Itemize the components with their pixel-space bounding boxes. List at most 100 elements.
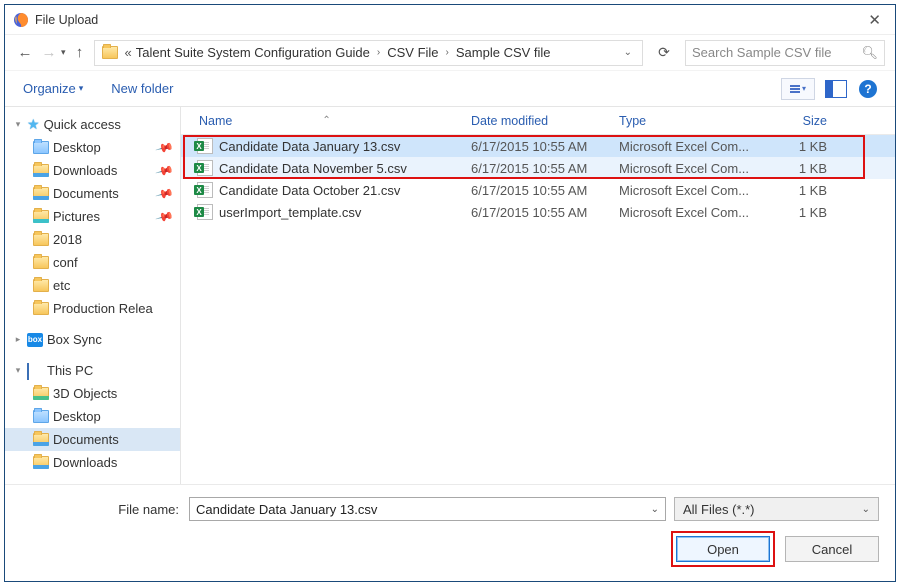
dialog-title: File Upload [35, 13, 98, 27]
file-row[interactable]: XCandidate Data November 5.csv 6/17/2015… [181, 157, 895, 179]
forward-button[interactable]: → [39, 44, 59, 61]
highlight-annotation: Open [671, 531, 775, 567]
sidebar-this-pc[interactable]: This PC [5, 359, 180, 382]
box-icon: box [27, 333, 43, 347]
sidebar-item-label: Documents [53, 186, 119, 201]
close-icon[interactable]: ✕ [862, 11, 887, 29]
refresh-button[interactable]: ⟳ [651, 40, 677, 66]
back-button[interactable]: ← [15, 44, 35, 61]
file-rows: XCandidate Data January 13.csv 6/17/2015… [181, 135, 895, 223]
chevron-down-icon: ▾ [802, 84, 806, 93]
help-button[interactable]: ? [859, 80, 877, 98]
file-size: 1 KB [761, 183, 841, 198]
chevron-down-icon[interactable]: ⌄ [862, 504, 870, 515]
folder-icon [33, 302, 49, 315]
folder-icon [33, 256, 49, 269]
sidebar-production[interactable]: Production Relea [5, 297, 180, 320]
sidebar-downloads-pc[interactable]: Downloads [5, 451, 180, 474]
folder-icon [101, 44, 119, 62]
file-type: Microsoft Excel Com... [619, 161, 761, 176]
sidebar-etc[interactable]: etc [5, 274, 180, 297]
sidebar-item-label: Documents [53, 432, 119, 447]
column-headers[interactable]: Name ⌃ Date modified Type Size [181, 107, 895, 135]
filter-label: All Files (*.*) [683, 502, 755, 517]
sidebar-3d-objects[interactable]: 3D Objects [5, 382, 180, 405]
sidebar-pictures[interactable]: Pictures📌 [5, 205, 180, 228]
title-bar: File Upload ✕ [5, 5, 895, 35]
sidebar-documents-pc[interactable]: Documents [5, 428, 180, 451]
organize-button[interactable]: Organize [23, 81, 76, 96]
star-icon: ★ [27, 116, 40, 133]
search-icon[interactable]: 🔍︎ [861, 45, 878, 61]
breadcrumb[interactable]: « Talent Suite System Configuration Guid… [94, 40, 643, 66]
chevron-down-icon[interactable]: ▾ [79, 83, 84, 94]
sidebar-conf[interactable]: conf [5, 251, 180, 274]
file-row[interactable]: XuserImport_template.csv 6/17/2015 10:55… [181, 201, 895, 223]
view-options-button[interactable]: ▾ [781, 78, 815, 100]
history-dropdown[interactable]: ▾ [61, 47, 66, 58]
filename-value: Candidate Data January 13.csv [196, 502, 377, 517]
column-name[interactable]: Name [199, 114, 232, 128]
sidebar-item-label: conf [53, 255, 78, 270]
cancel-button[interactable]: Cancel [785, 536, 879, 562]
filetype-filter[interactable]: All Files (*.*) ⌄ [674, 497, 879, 521]
sidebar-2018[interactable]: 2018 [5, 228, 180, 251]
up-button[interactable]: ↑ [70, 44, 90, 61]
bottom-panel: File name: Candidate Data January 13.csv… [5, 484, 895, 581]
file-date: 6/17/2015 10:55 AM [471, 183, 619, 198]
folder-icon [33, 279, 49, 292]
csv-icon: X [197, 182, 213, 198]
column-size[interactable]: Size [761, 114, 841, 128]
pin-icon: 📌 [155, 184, 175, 204]
sidebar-item-label: Box Sync [47, 332, 102, 347]
list-icon [790, 85, 800, 93]
new-folder-button[interactable]: New folder [111, 81, 173, 96]
file-date: 6/17/2015 10:55 AM [471, 205, 619, 220]
chevron-down-icon[interactable]: ⌄ [651, 504, 659, 515]
sidebar-downloads[interactable]: Downloads 📌 [5, 159, 180, 182]
pin-icon: 📌 [155, 161, 175, 181]
crumb-2[interactable]: Sample CSV file [452, 45, 555, 60]
pc-icon [27, 364, 43, 378]
file-type: Microsoft Excel Com... [619, 139, 761, 154]
open-button-label: Open [707, 542, 739, 557]
open-button[interactable]: Open [676, 536, 770, 562]
search-input[interactable]: Search Sample CSV file 🔍︎ [685, 40, 885, 66]
breadcrumb-overflow[interactable]: « [121, 45, 132, 60]
folder-icon [33, 456, 49, 469]
sidebar: ★Quick access Desktop📌 Downloads📌 Docume… [5, 107, 181, 484]
sidebar-item-label: Quick access [44, 117, 121, 132]
sidebar-item-label: 3D Objects [53, 386, 117, 401]
file-type: Microsoft Excel Com... [619, 183, 761, 198]
filename-input[interactable]: Candidate Data January 13.csv ⌄ [189, 497, 666, 521]
sidebar-item-label: This PC [47, 363, 93, 378]
folder-icon [33, 141, 49, 154]
toolbar: Organize ▾ New folder ▾ ? [5, 71, 895, 107]
preview-pane-button[interactable] [825, 80, 847, 98]
file-date: 6/17/2015 10:55 AM [471, 161, 619, 176]
column-type[interactable]: Type [619, 114, 761, 128]
chevron-down-icon[interactable]: ⌄ [618, 47, 638, 58]
sidebar-item-label: Production Relea [53, 301, 153, 316]
sidebar-desktop-pc[interactable]: Desktop [5, 405, 180, 428]
csv-icon: X [197, 204, 213, 220]
chevron-right-icon[interactable]: › [374, 47, 383, 58]
chevron-right-icon[interactable]: › [443, 47, 452, 58]
sidebar-item-label: etc [53, 278, 70, 293]
sidebar-box-sync[interactable]: box Box Sync [5, 328, 180, 351]
folder-icon [33, 387, 49, 400]
sidebar-item-label: Downloads [53, 163, 117, 178]
sidebar-documents[interactable]: Documents 📌 [5, 182, 180, 205]
column-date[interactable]: Date modified [471, 114, 619, 128]
file-size: 1 KB [761, 161, 841, 176]
file-name: userImport_template.csv [219, 205, 361, 220]
file-type: Microsoft Excel Com... [619, 205, 761, 220]
file-name: Candidate Data October 21.csv [219, 183, 400, 198]
file-row[interactable]: XCandidate Data January 13.csv 6/17/2015… [181, 135, 895, 157]
crumb-0[interactable]: Talent Suite System Configuration Guide [132, 45, 374, 60]
sidebar-desktop[interactable]: Desktop📌 [5, 136, 180, 159]
file-row[interactable]: X Candidate Data October 21.csv 6/17/2015… [181, 179, 895, 201]
sort-indicator: ⌃ [322, 115, 330, 126]
crumb-1[interactable]: CSV File [383, 45, 442, 60]
sidebar-quick-access[interactable]: ★ Quick access [5, 113, 180, 136]
